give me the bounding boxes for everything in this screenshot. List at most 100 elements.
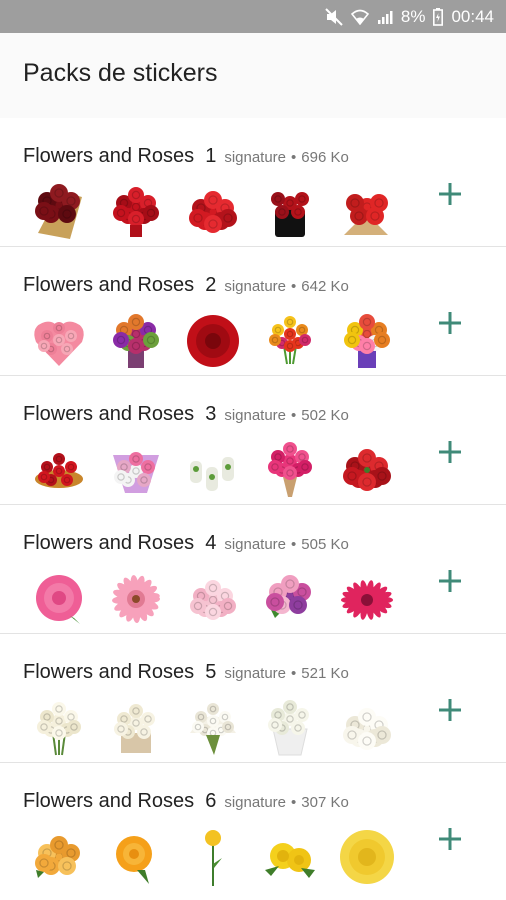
plus-icon [439,440,461,468]
sticker-pink-peony [30,570,88,628]
separator-dot: • [291,278,297,295]
pack-number: 5 [205,661,217,683]
add-pack-button[interactable] [434,696,466,728]
pack-publisher: signature [224,536,287,553]
sticker-large-yellow-rose [338,828,396,886]
pack-size: 505 Ko [301,536,349,553]
sticker-pack-row[interactable]: Flowers and Roses 3 signature • 502 Ko [0,376,506,505]
pack-meta: signature • 642 Ko [224,278,349,295]
pack-number: 3 [205,403,217,425]
separator-dot: • [291,665,297,682]
add-pack-button[interactable] [434,309,466,341]
pack-meta: signature • 696 Ko [224,149,349,166]
sticker-pink-carnations [184,570,242,628]
add-pack-button[interactable] [434,180,466,212]
separator-dot: • [291,794,297,811]
pack-header: Flowers and Roses 4 signature • 505 Ko [23,532,349,555]
sticker-pack-row[interactable]: Flowers and Roses 6 signature • 307 Ko [0,763,506,892]
plus-icon [439,827,461,855]
pack-number: 4 [205,532,217,554]
pack-name: Flowers and Roses [23,790,195,812]
sticker-magenta-gerbera [338,570,396,628]
sticker-red-rose-bouquet-wrapped [30,183,88,241]
pack-header: Flowers and Roses 5 signature • 521 Ko [23,661,349,684]
separator-dot: • [291,536,297,553]
sticker-single-yellow-rose [184,828,242,886]
sticker-single-red-rose [184,312,242,370]
pack-size: 502 Ko [301,407,349,424]
sticker-preview-row [30,312,396,370]
plus-icon [439,698,461,726]
add-pack-button[interactable] [434,438,466,470]
pack-meta: signature • 502 Ko [224,407,349,424]
sticker-yellow-roses-peach [30,828,88,886]
plus-icon [439,569,461,597]
sticker-pack-row[interactable]: Flowers and Roses 4 signature • 505 Ko [0,505,506,634]
sticker-red-roses-in-wrap [338,183,396,241]
page-title: Packs de stickers [23,59,218,87]
add-pack-button[interactable] [434,825,466,857]
pack-publisher: signature [224,278,287,295]
pack-size: 521 Ko [301,665,349,682]
pack-meta: signature • 521 Ko [224,665,349,682]
pack-list: Flowers and Roses 1 signature • 696 Ko Flower… [0,118,506,892]
clock: 00:44 [451,6,494,26]
pack-name: Flowers and Roses [23,274,195,296]
wifi-icon [350,9,369,25]
app-bar: Packs de stickers [0,33,506,118]
pack-header: Flowers and Roses 3 signature • 502 Ko [23,403,349,426]
signal-icon [377,9,393,25]
sticker-yellow-rose-orange [107,828,165,886]
sticker-red-rose-basket [30,441,88,499]
separator-dot: • [291,407,297,424]
sticker-preview-row [30,699,396,757]
pack-publisher: signature [224,407,287,424]
sticker-preview-row [30,183,396,241]
sticker-white-roses-box [107,699,165,757]
sticker-red-rose-arrangement [338,441,396,499]
add-pack-button[interactable] [434,567,466,599]
pack-publisher: signature [224,665,287,682]
pack-number: 1 [205,145,217,167]
plus-icon [439,182,461,210]
sticker-tulip-bouquet [261,312,319,370]
pack-publisher: signature [224,149,287,166]
sticker-pack-row[interactable]: Flowers and Roses 1 signature • 696 Ko [0,118,506,247]
sticker-pink-rose-bouquet [261,441,319,499]
battery-charging-icon [433,7,444,26]
sticker-peony-mix [261,570,319,628]
sticker-pink-wrapped-bouquet [107,441,165,499]
pack-header: Flowers and Roses 2 signature • 642 Ko [23,274,349,297]
pack-number: 6 [205,790,217,812]
sticker-red-rose-bunch [184,183,242,241]
sticker-red-roses-black-box [261,183,319,241]
pack-size: 696 Ko [301,149,349,166]
sticker-pack-row[interactable]: Flowers and Roses 5 signature • 521 Ko [0,634,506,763]
pack-meta: signature • 307 Ko [224,794,349,811]
pack-number: 2 [205,274,217,296]
mute-icon [325,7,343,26]
sticker-preview-row [30,570,396,628]
sticker-white-rose-bouquet [30,699,88,757]
sticker-preview-row [30,828,396,886]
status-bar: 8% 00:44 [0,0,506,33]
sticker-pink-rose-heart [30,312,88,370]
pack-publisher: signature [224,794,287,811]
sticker-mixed-flower-vase [107,312,165,370]
sticker-white-vases [184,441,242,499]
sticker-red-rose-bouquet-ribbon [107,183,165,241]
plus-icon [439,311,461,339]
sticker-pink-gerbera [107,570,165,628]
pack-header: Flowers and Roses 1 signature • 696 Ko [23,145,349,168]
pack-size: 642 Ko [301,278,349,295]
sticker-white-rose-wrapped [261,699,319,757]
pack-name: Flowers and Roses [23,532,195,554]
pack-name: Flowers and Roses [23,403,195,425]
sticker-mixed-bouquet-purple-vase [338,312,396,370]
pack-meta: signature • 505 Ko [224,536,349,553]
sticker-pack-row[interactable]: Flowers and Roses 2 signature • 642 Ko [0,247,506,376]
sticker-yellow-roses-pair [261,828,319,886]
sticker-white-roses-cluster [338,699,396,757]
battery-percent: 8% [400,6,426,26]
pack-header: Flowers and Roses 6 signature • 307 Ko [23,790,349,813]
